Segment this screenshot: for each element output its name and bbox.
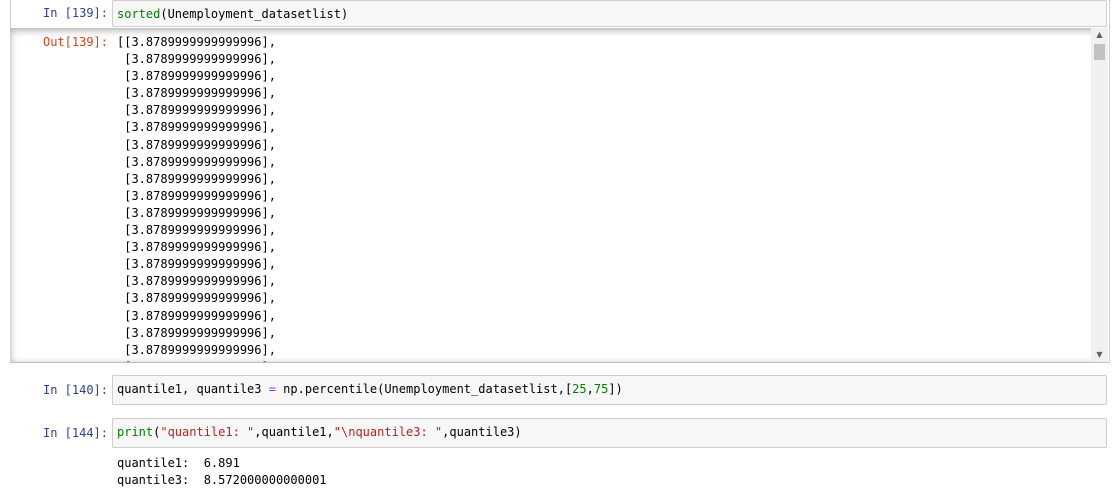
code-operator-eq: =	[268, 382, 276, 396]
code-call: np.percentile(Unemployment_datasetlist,[	[275, 382, 573, 396]
stdout-output-144: quantile1: 6.891 quantile3: 8.5720000000…	[117, 456, 327, 487]
code-number-75: 75	[593, 382, 609, 396]
code-arg-1: ,quantile1,	[254, 425, 334, 439]
code-arg-2: ,quantile3)	[442, 425, 522, 439]
code-comma: ,	[586, 382, 594, 396]
output-scroll-area-139[interactable]: Out[139]: [[3.8789999999999996], [3.8789…	[10, 28, 1108, 362]
code-string-2: "\nquantile3: "	[333, 425, 443, 439]
input-prompt-140: In [140]:	[42, 383, 108, 397]
code-builtin-print: print	[117, 425, 154, 439]
code-input-139[interactable]: sorted(Unemployment_datasetlist)	[112, 0, 1107, 27]
scroll-thumb[interactable]	[1094, 44, 1105, 60]
code-input-144[interactable]: print("quantile1: ",quantile1,"\nquantil…	[112, 418, 1107, 448]
output-prompt-139: Out[139]:	[42, 35, 108, 49]
input-prompt-144: In [144]:	[42, 426, 108, 440]
output-text-139: [[3.8789999999999996], [3.87899999999999…	[117, 35, 276, 362]
input-prompt-139: In [139]:	[42, 6, 108, 20]
code-number-25: 25	[572, 382, 587, 396]
code-builtin-sorted: sorted	[117, 7, 161, 21]
code-string-1: "quantile1: "	[160, 425, 255, 439]
code-close: ])	[608, 382, 623, 396]
code-input-140[interactable]: quantile1, quantile3 = np.percentile(Une…	[112, 375, 1107, 405]
code-lhs: quantile1, quantile3	[117, 382, 269, 396]
scroll-up-arrow-icon[interactable]: ▲	[1091, 28, 1108, 42]
code-args: (Unemployment_datasetlist)	[160, 7, 349, 21]
scroll-down-arrow-icon[interactable]: ▼	[1091, 348, 1108, 362]
output-scrollbar[interactable]: ▲ ▼	[1091, 28, 1108, 362]
